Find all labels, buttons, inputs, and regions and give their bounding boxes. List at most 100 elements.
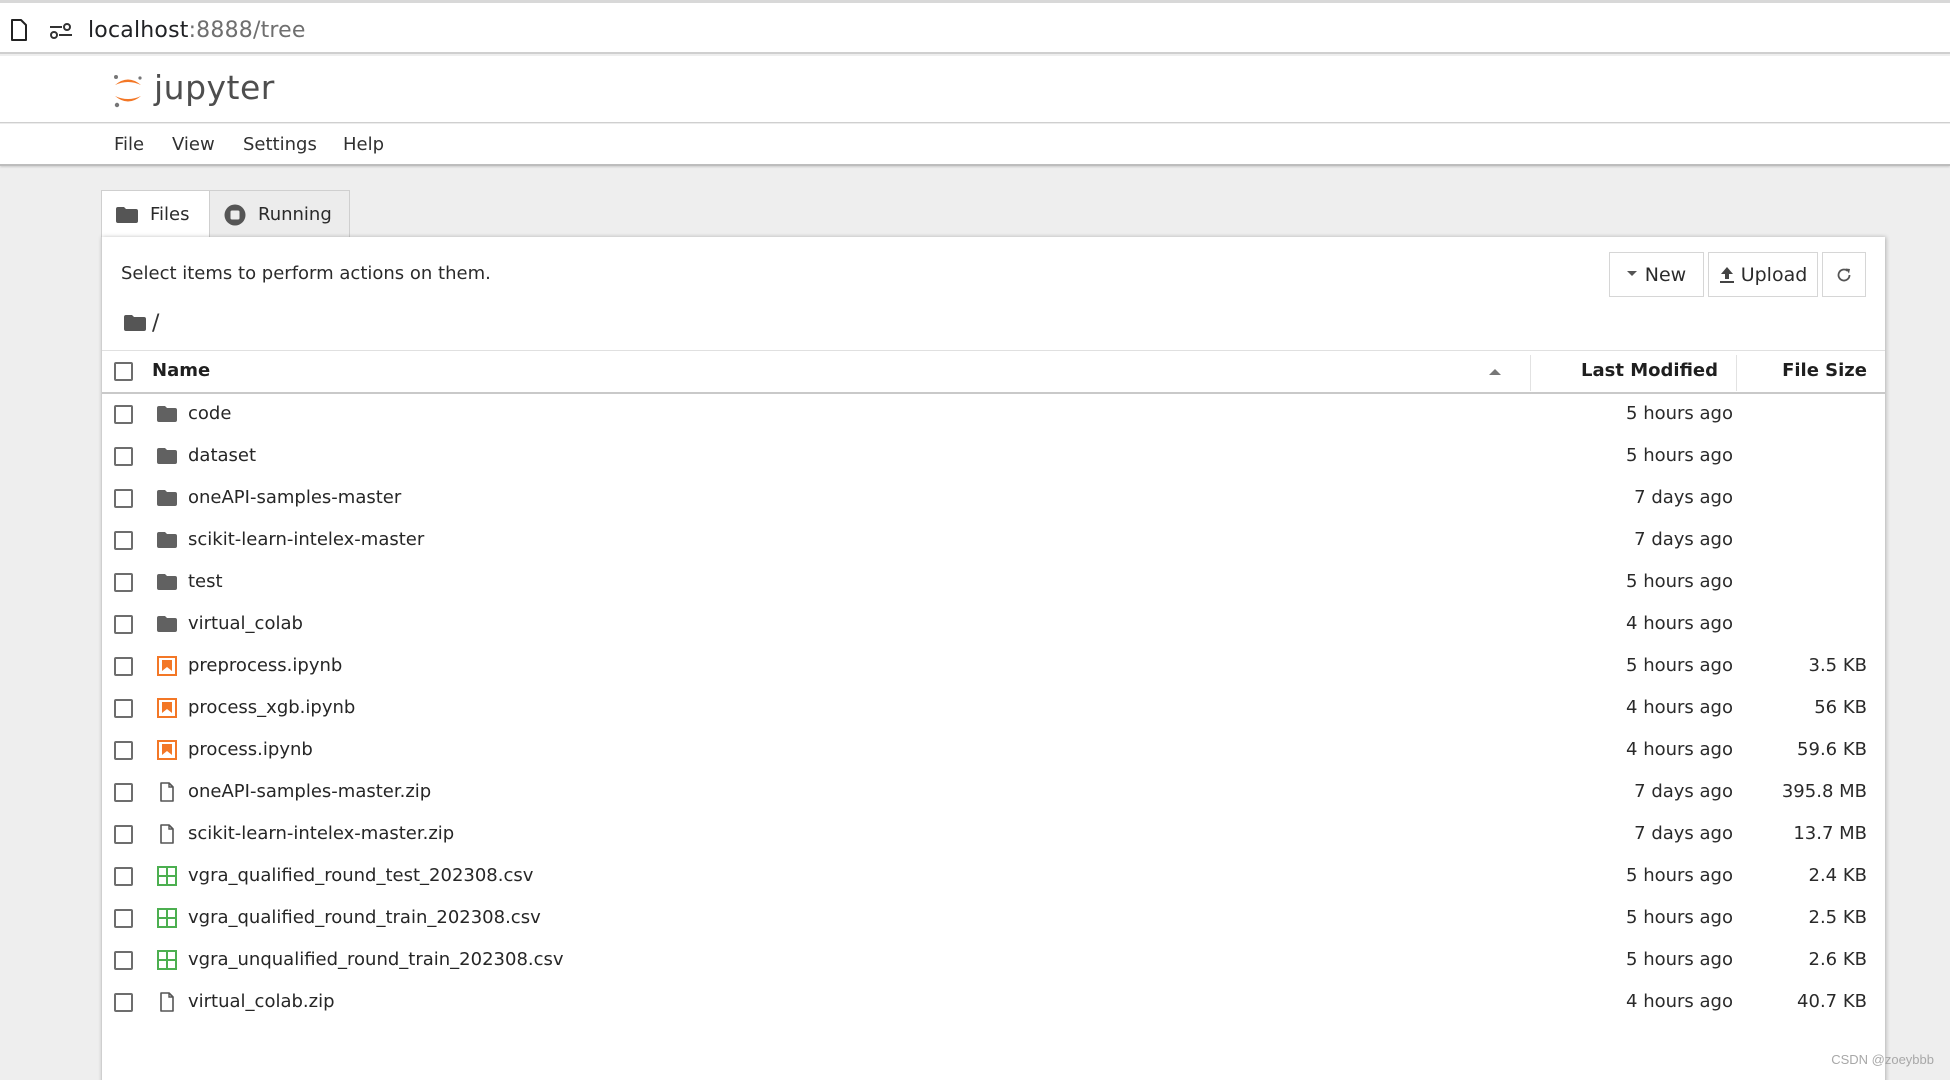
last-modified: 5 hours ago: [1626, 445, 1733, 466]
row-checkbox[interactable]: [114, 657, 133, 676]
last-modified: 5 hours ago: [1626, 403, 1733, 424]
row-checkbox[interactable]: [114, 993, 133, 1012]
row-checkbox[interactable]: [114, 447, 133, 466]
sort-ascending-icon[interactable]: [1489, 369, 1501, 375]
upload-icon: [1719, 266, 1734, 283]
row-checkbox[interactable]: [114, 825, 133, 844]
file-browser-panel: Select items to perform actions on them.…: [101, 237, 1885, 1080]
new-button[interactable]: New: [1609, 252, 1704, 297]
last-modified: 7 days ago: [1634, 529, 1733, 550]
file-size: 40.7 KB: [1797, 991, 1867, 1012]
file-name[interactable]: dataset: [188, 445, 256, 466]
last-modified: 5 hours ago: [1626, 655, 1733, 676]
last-modified: 7 days ago: [1634, 823, 1733, 844]
column-header-last-modified[interactable]: Last Modified: [1581, 360, 1718, 381]
file-name[interactable]: vgra_qualified_round_test_202308.csv: [188, 865, 533, 886]
caret-down-icon: [1626, 270, 1637, 276]
file-table: Name Last Modified File Size code 5 hours…: [102, 350, 1885, 1024]
watermark: CSDN @zoeybbb: [1831, 1052, 1934, 1067]
file-name[interactable]: code: [188, 403, 231, 424]
refresh-icon: [1837, 268, 1851, 281]
table-row[interactable]: vgra_unqualified_round_train_202308.csv 5…: [102, 940, 1885, 982]
file-name[interactable]: scikit-learn-intelex-master.zip: [188, 823, 454, 844]
site-settings-icon[interactable]: [49, 23, 73, 39]
menu-settings[interactable]: Settings: [243, 134, 317, 155]
column-header-name[interactable]: Name: [152, 360, 210, 381]
spreadsheet-icon: [157, 866, 177, 886]
table-row[interactable]: test 5 hours ago: [102, 562, 1885, 604]
file-name[interactable]: oneAPI-samples-master: [188, 487, 401, 508]
last-modified: 4 hours ago: [1626, 991, 1733, 1012]
row-checkbox[interactable]: [114, 615, 133, 634]
select-all-checkbox[interactable]: [114, 362, 133, 381]
table-row[interactable]: dataset 5 hours ago: [102, 436, 1885, 478]
file-name[interactable]: oneAPI-samples-master.zip: [188, 781, 431, 802]
file-name[interactable]: preprocess.ipynb: [188, 655, 342, 676]
table-row[interactable]: oneAPI-samples-master.zip 7 days ago 395.8…: [102, 772, 1885, 814]
menu-view[interactable]: View: [172, 134, 215, 155]
table-row[interactable]: scikit-learn-intelex-master 7 days ago: [102, 520, 1885, 562]
table-row[interactable]: preprocess.ipynb 5 hours ago 3.5 KB: [102, 646, 1885, 688]
row-checkbox[interactable]: [114, 783, 133, 802]
folder-icon: [157, 448, 177, 464]
table-row[interactable]: virtual_colab 4 hours ago: [102, 604, 1885, 646]
row-checkbox[interactable]: [114, 531, 133, 550]
file-icon: [160, 824, 174, 844]
breadcrumb: /: [124, 308, 159, 338]
jupyter-wordmark: jupyter: [154, 68, 275, 107]
column-header-file-size[interactable]: File Size: [1782, 360, 1867, 381]
file-name[interactable]: test: [188, 571, 223, 592]
table-header: Name Last Modified File Size: [102, 350, 1885, 394]
menu-bar: File View Settings Help: [0, 124, 1950, 166]
spreadsheet-icon: [157, 950, 177, 970]
url-field[interactable]: localhost:8888/tree: [88, 18, 306, 43]
column-divider[interactable]: [1736, 355, 1737, 391]
table-row[interactable]: oneAPI-samples-master 7 days ago: [102, 478, 1885, 520]
row-checkbox[interactable]: [114, 573, 133, 592]
table-row[interactable]: process.ipynb 4 hours ago 59.6 KB: [102, 730, 1885, 772]
url-host: localhost: [88, 18, 189, 43]
tab-files[interactable]: Files: [101, 190, 210, 238]
file-name[interactable]: process.ipynb: [188, 739, 313, 760]
table-row[interactable]: virtual_colab.zip 4 hours ago 40.7 KB: [102, 982, 1885, 1024]
row-checkbox[interactable]: [114, 741, 133, 760]
folder-icon: [157, 532, 177, 548]
table-row[interactable]: vgra_qualified_round_test_202308.csv 5 ho…: [102, 856, 1885, 898]
breadcrumb-folder-icon[interactable]: [124, 315, 146, 331]
table-row[interactable]: vgra_qualified_round_train_202308.csv 5 h…: [102, 898, 1885, 940]
file-name[interactable]: vgra_qualified_round_train_202308.csv: [188, 907, 541, 928]
menu-file[interactable]: File: [114, 134, 144, 155]
folder-icon: [157, 616, 177, 632]
table-row[interactable]: scikit-learn-intelex-master.zip 7 days ag…: [102, 814, 1885, 856]
jupyter-logo-icon[interactable]: [110, 70, 146, 110]
tab-running-label: Running: [258, 204, 332, 225]
table-row[interactable]: process_xgb.ipynb 4 hours ago 56 KB: [102, 688, 1885, 730]
row-checkbox[interactable]: [114, 489, 133, 508]
tab-running[interactable]: Running: [210, 190, 350, 238]
row-checkbox[interactable]: [114, 951, 133, 970]
row-checkbox[interactable]: [114, 699, 133, 718]
upload-button[interactable]: Upload: [1708, 252, 1818, 297]
new-button-label: New: [1644, 263, 1687, 286]
row-checkbox[interactable]: [114, 867, 133, 886]
menu-help[interactable]: Help: [343, 134, 384, 155]
table-row[interactable]: code 5 hours ago: [102, 394, 1885, 436]
breadcrumb-path[interactable]: /: [152, 311, 159, 336]
column-divider[interactable]: [1530, 355, 1531, 391]
folder-icon: [157, 574, 177, 590]
last-modified: 5 hours ago: [1626, 949, 1733, 970]
file-name[interactable]: scikit-learn-intelex-master: [188, 529, 424, 550]
file-size: 13.7 MB: [1793, 823, 1867, 844]
file-name[interactable]: vgra_unqualified_round_train_202308.csv: [188, 949, 564, 970]
file-name[interactable]: process_xgb.ipynb: [188, 697, 355, 718]
file-name[interactable]: virtual_colab: [188, 613, 303, 634]
stop-circle-icon: [224, 204, 246, 225]
table-body: code 5 hours ago dataset 5 hours ago oneAPI-…: [102, 394, 1885, 1024]
last-modified: 5 hours ago: [1626, 865, 1733, 886]
file-name[interactable]: virtual_colab.zip: [188, 991, 335, 1012]
refresh-button[interactable]: [1822, 252, 1866, 297]
row-checkbox[interactable]: [114, 405, 133, 424]
row-checkbox[interactable]: [114, 909, 133, 928]
last-modified: 7 days ago: [1634, 487, 1733, 508]
tab-files-label: Files: [150, 204, 190, 225]
